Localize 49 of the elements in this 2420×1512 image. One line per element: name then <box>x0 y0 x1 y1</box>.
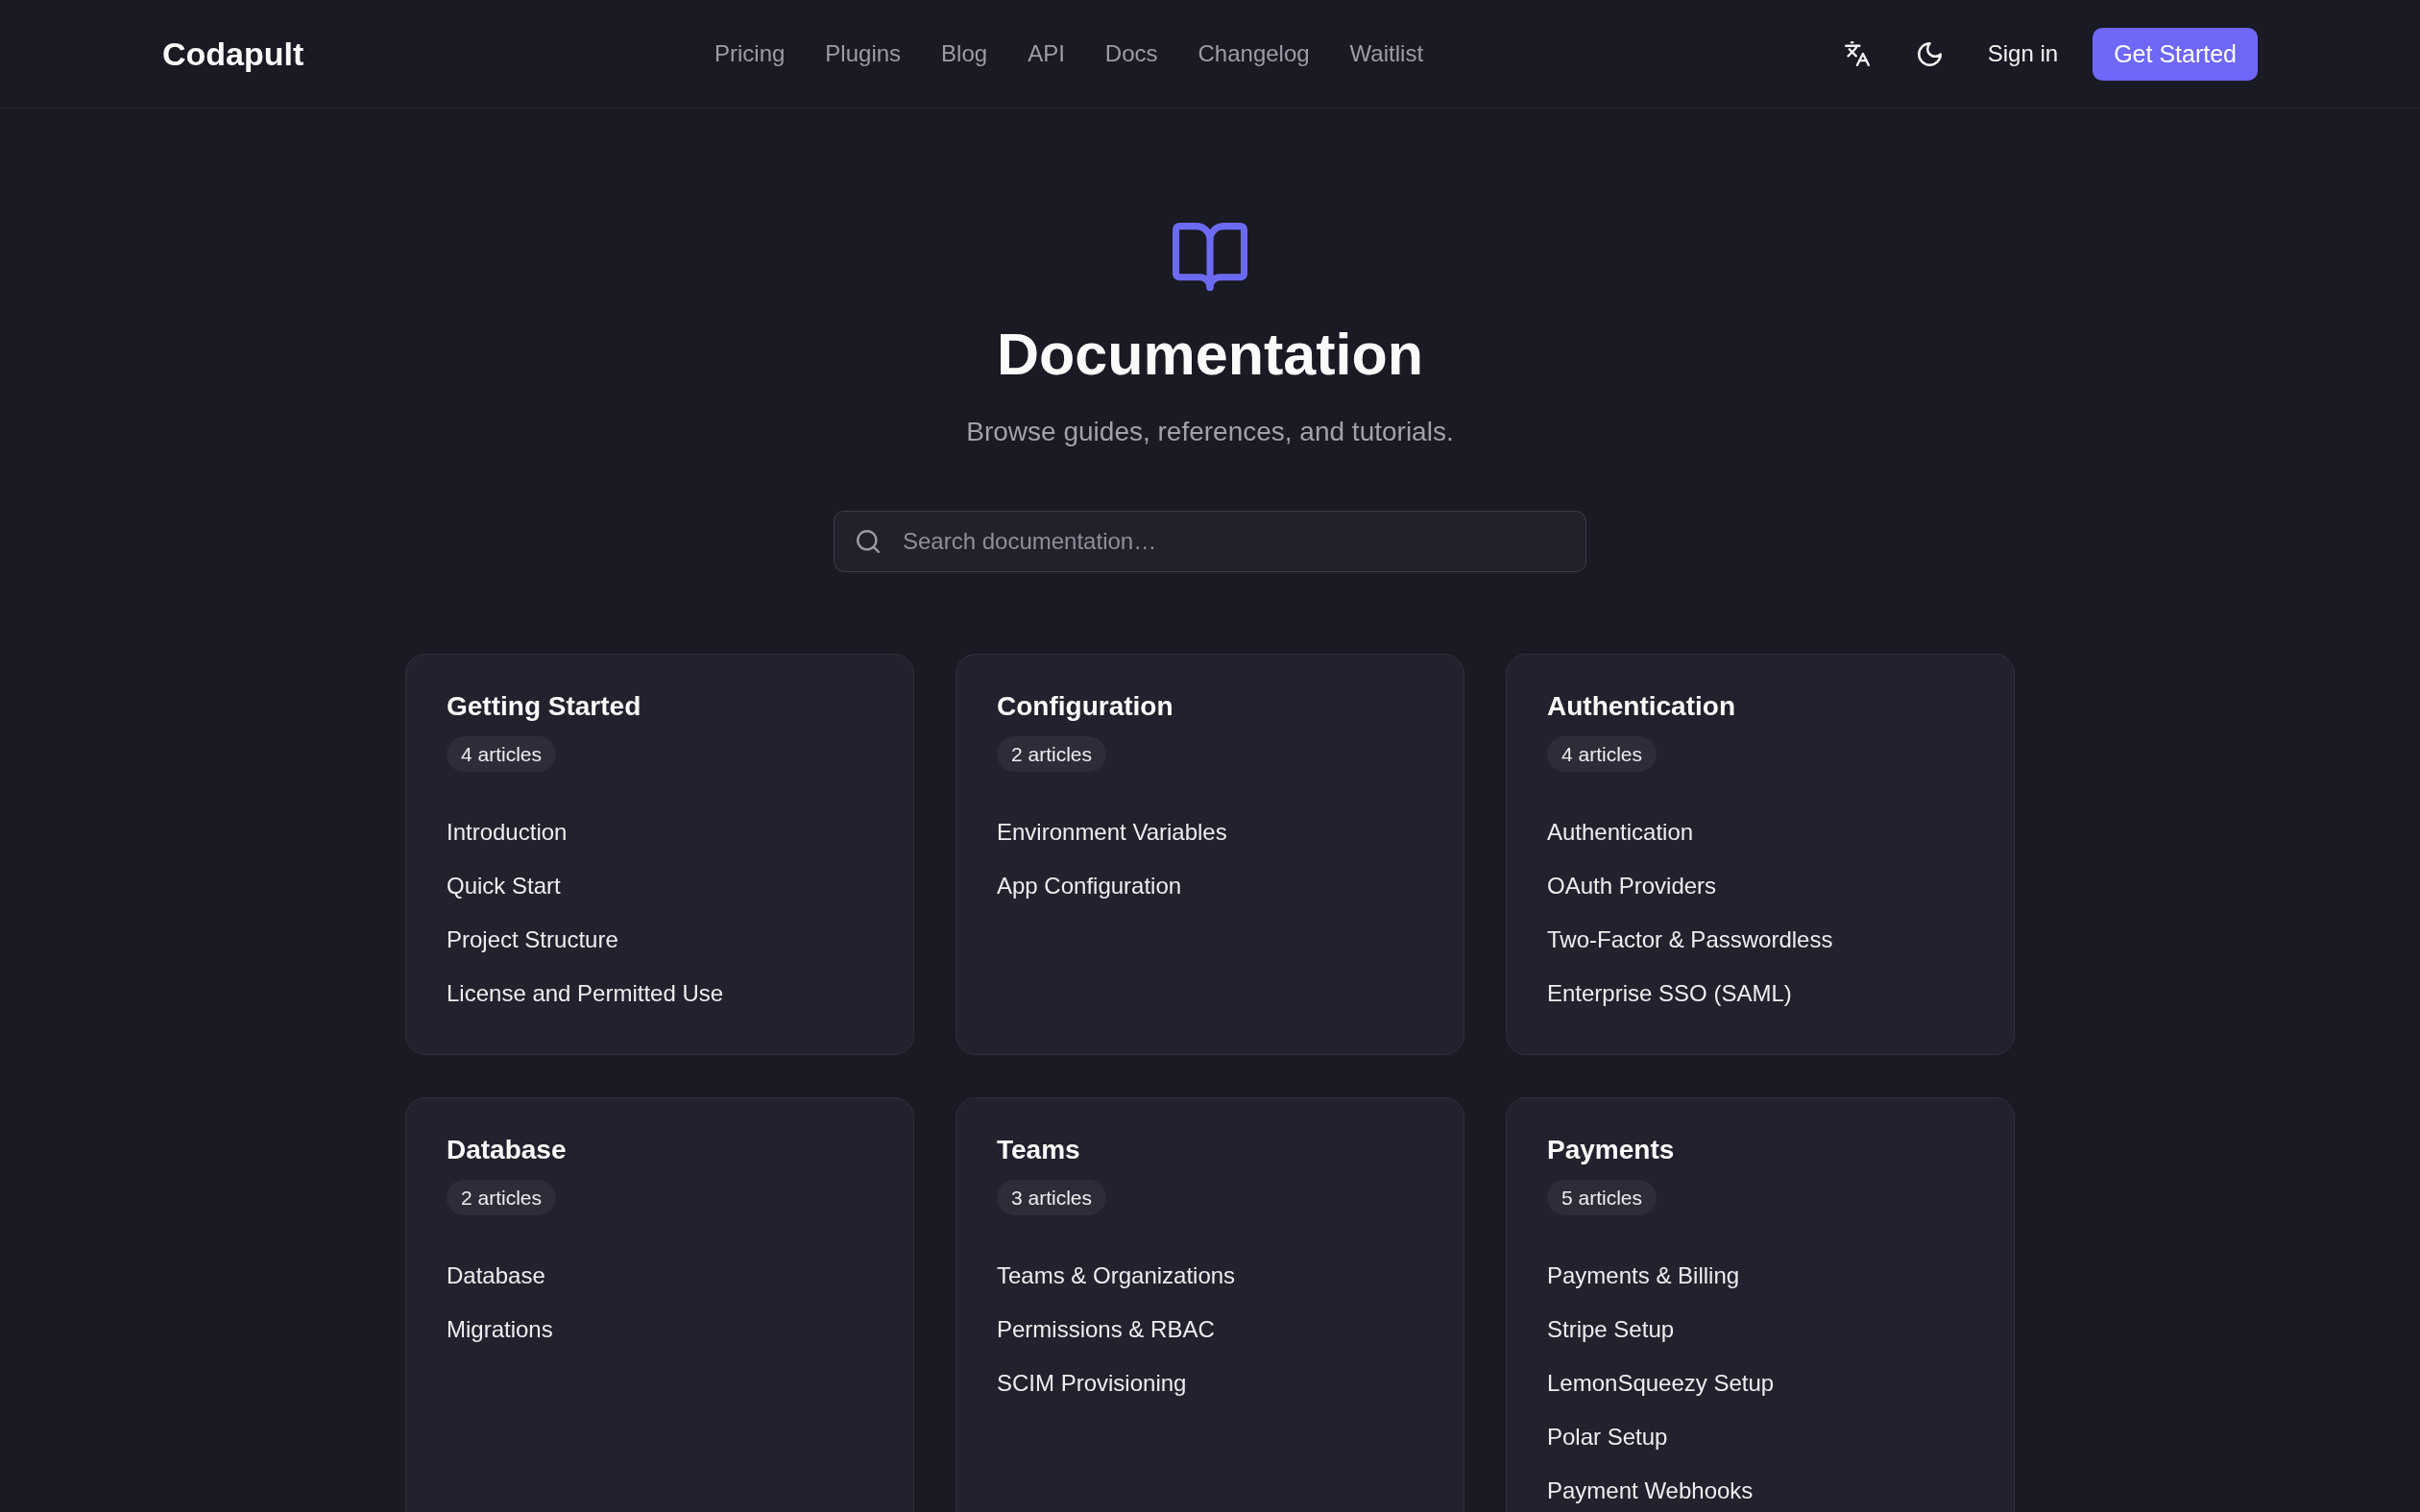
article-link[interactable]: Two-Factor & Passwordless <box>1547 924 1833 956</box>
article-count-badge: 3 articles <box>997 1180 1107 1215</box>
article-link[interactable]: Migrations <box>447 1313 553 1346</box>
nav-link[interactable]: Pricing <box>714 39 786 68</box>
article-count-badge: 4 articles <box>447 736 557 772</box>
article-link[interactable]: OAuth Providers <box>1547 870 1717 902</box>
category-title: Teams <box>997 1134 1080 1166</box>
category-title: Payments <box>1547 1134 1675 1166</box>
article-link[interactable]: SCIM Provisioning <box>997 1367 1187 1400</box>
article-count-badge: 2 articles <box>997 736 1107 772</box>
search-icon <box>857 530 880 553</box>
sign-in-button[interactable]: Sign in <box>1979 34 2067 74</box>
get-started-button[interactable]: Get Started <box>2093 27 2258 81</box>
article-link[interactable]: Payment Webhooks <box>1547 1475 1754 1507</box>
article-link[interactable]: Payments & Billing <box>1547 1260 1740 1292</box>
article-link[interactable]: Teams & Organizations <box>997 1260 1236 1292</box>
article-link[interactable]: Authentication <box>1547 816 1694 849</box>
article-link[interactable]: Quick Start <box>447 870 561 902</box>
article-link[interactable]: Stripe Setup <box>1547 1313 1675 1346</box>
category-title: Authentication <box>1547 690 1735 723</box>
category-title: Getting Started <box>447 690 641 723</box>
nav-link[interactable]: Plugins <box>825 39 902 68</box>
article-count-badge: 5 articles <box>1547 1180 1658 1215</box>
nav-link[interactable]: API <box>1028 39 1065 68</box>
translate-icon <box>1844 41 1870 66</box>
article-count-badge: 2 articles <box>447 1180 557 1215</box>
logo-text[interactable]: Codapult <box>162 35 304 73</box>
nav-link[interactable]: Waitlist <box>1349 39 1424 68</box>
article-link[interactable]: Polar Setup <box>1547 1421 1668 1453</box>
article-link[interactable]: Database <box>447 1260 545 1292</box>
book-icon <box>1173 223 1247 291</box>
article-link[interactable]: Project Structure <box>447 924 618 956</box>
article-link[interactable]: License and Permitted Use <box>447 977 724 1010</box>
nav-link[interactable]: Changelog <box>1198 39 1310 68</box>
article-link[interactable]: App Configuration <box>997 870 1182 902</box>
search-field[interactable]: Search documentation… <box>834 511 1586 572</box>
nav-link[interactable]: Docs <box>1104 39 1158 68</box>
moon-icon <box>1918 41 1943 66</box>
article-link[interactable]: Environment Variables <box>997 816 1227 849</box>
article-link[interactable]: LemonSqueezy Setup <box>1547 1367 1775 1400</box>
category-title: Database <box>447 1134 567 1166</box>
article-count-badge: 4 articles <box>1547 736 1658 772</box>
page-subtitle: Browse guides, references, and tutorials. <box>966 416 1454 448</box>
article-link[interactable]: Enterprise SSO (SAML) <box>1547 977 1792 1010</box>
article-link[interactable]: Permissions & RBAC <box>997 1313 1215 1346</box>
page-title: Documentation <box>997 321 1423 389</box>
nav-link[interactable]: Blog <box>941 39 988 68</box>
category-title: Configuration <box>997 690 1174 723</box>
article-link[interactable]: Introduction <box>447 816 568 849</box>
